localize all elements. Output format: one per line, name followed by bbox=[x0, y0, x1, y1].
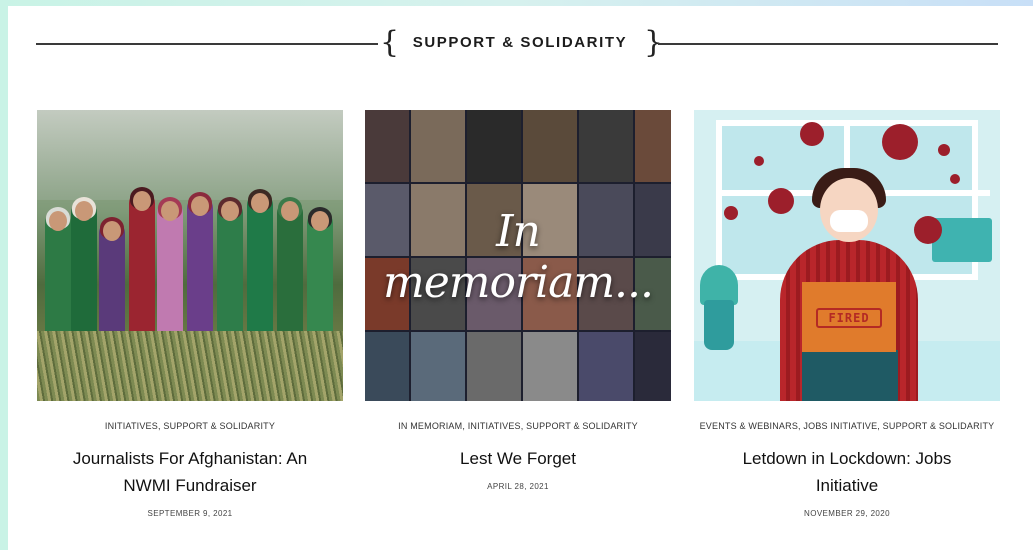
post-card: In memoriam... IN MEMORIAM, INITIATIVES,… bbox=[365, 110, 671, 491]
person-skirt bbox=[802, 350, 898, 401]
virus-icon bbox=[914, 216, 942, 244]
virus-icon bbox=[950, 174, 960, 184]
child-figure bbox=[157, 197, 183, 351]
child-figure bbox=[217, 197, 243, 351]
fired-label: FIRED bbox=[816, 308, 882, 328]
post-thumbnail-fired-illustration[interactable]: FIRED bbox=[694, 110, 1000, 401]
virus-icon bbox=[938, 144, 950, 156]
in-memoriam-overlay-text: In memoriam... bbox=[383, 206, 654, 308]
child-figure bbox=[277, 197, 303, 351]
post-card: FIRED EVENTS & WEBINARS, JOBS INITIATIVE… bbox=[694, 110, 1000, 518]
child-figure bbox=[45, 207, 71, 351]
post-title-link[interactable]: Journalists For Afghanistan: An NWMI Fun… bbox=[37, 445, 343, 499]
post-title-link[interactable]: Letdown in Lockdown: Jobs Initiative bbox=[694, 445, 1000, 499]
child-figure bbox=[71, 197, 97, 351]
post-categories[interactable]: IN MEMORIAM, INITIATIVES, SUPPORT & SOLI… bbox=[365, 421, 671, 431]
hillside bbox=[37, 110, 343, 200]
post-thumbnail-children-in-field[interactable] bbox=[37, 110, 343, 401]
virus-icon bbox=[800, 122, 824, 146]
face-mask bbox=[830, 210, 868, 232]
plant-leaves bbox=[700, 265, 738, 305]
post-thumbnail-in-memoriam[interactable]: In memoriam... bbox=[365, 110, 671, 401]
post-date: SEPTEMBER 9, 2021 bbox=[147, 509, 233, 518]
virus-icon bbox=[754, 156, 764, 166]
grass bbox=[37, 331, 343, 401]
virus-icon bbox=[882, 124, 918, 160]
post-categories[interactable]: EVENTS & WEBINARS, JOBS INITIATIVE, SUPP… bbox=[694, 421, 1000, 431]
virus-icon bbox=[724, 206, 738, 220]
header-rule-left bbox=[36, 43, 378, 45]
child-figure bbox=[247, 189, 273, 351]
post-categories[interactable]: INITIATIVES, SUPPORT & SOLIDARITY bbox=[37, 421, 343, 431]
virus-icon bbox=[768, 188, 794, 214]
post-card: INITIATIVES, SUPPORT & SOLIDARITY Journa… bbox=[37, 110, 343, 518]
child-figure bbox=[129, 187, 155, 351]
plant-pot bbox=[704, 300, 734, 350]
section-title: SUPPORT & SOLIDARITY bbox=[412, 34, 628, 51]
section-header: { SUPPORT & SOLIDARITY } bbox=[36, 26, 998, 60]
header-rule-right bbox=[658, 43, 998, 45]
child-figure bbox=[187, 192, 213, 351]
post-date: APRIL 28, 2021 bbox=[487, 482, 549, 491]
child-figure bbox=[307, 207, 333, 351]
post-title-link[interactable]: Lest We Forget bbox=[365, 445, 671, 472]
post-date: NOVEMBER 29, 2020 bbox=[804, 509, 890, 518]
